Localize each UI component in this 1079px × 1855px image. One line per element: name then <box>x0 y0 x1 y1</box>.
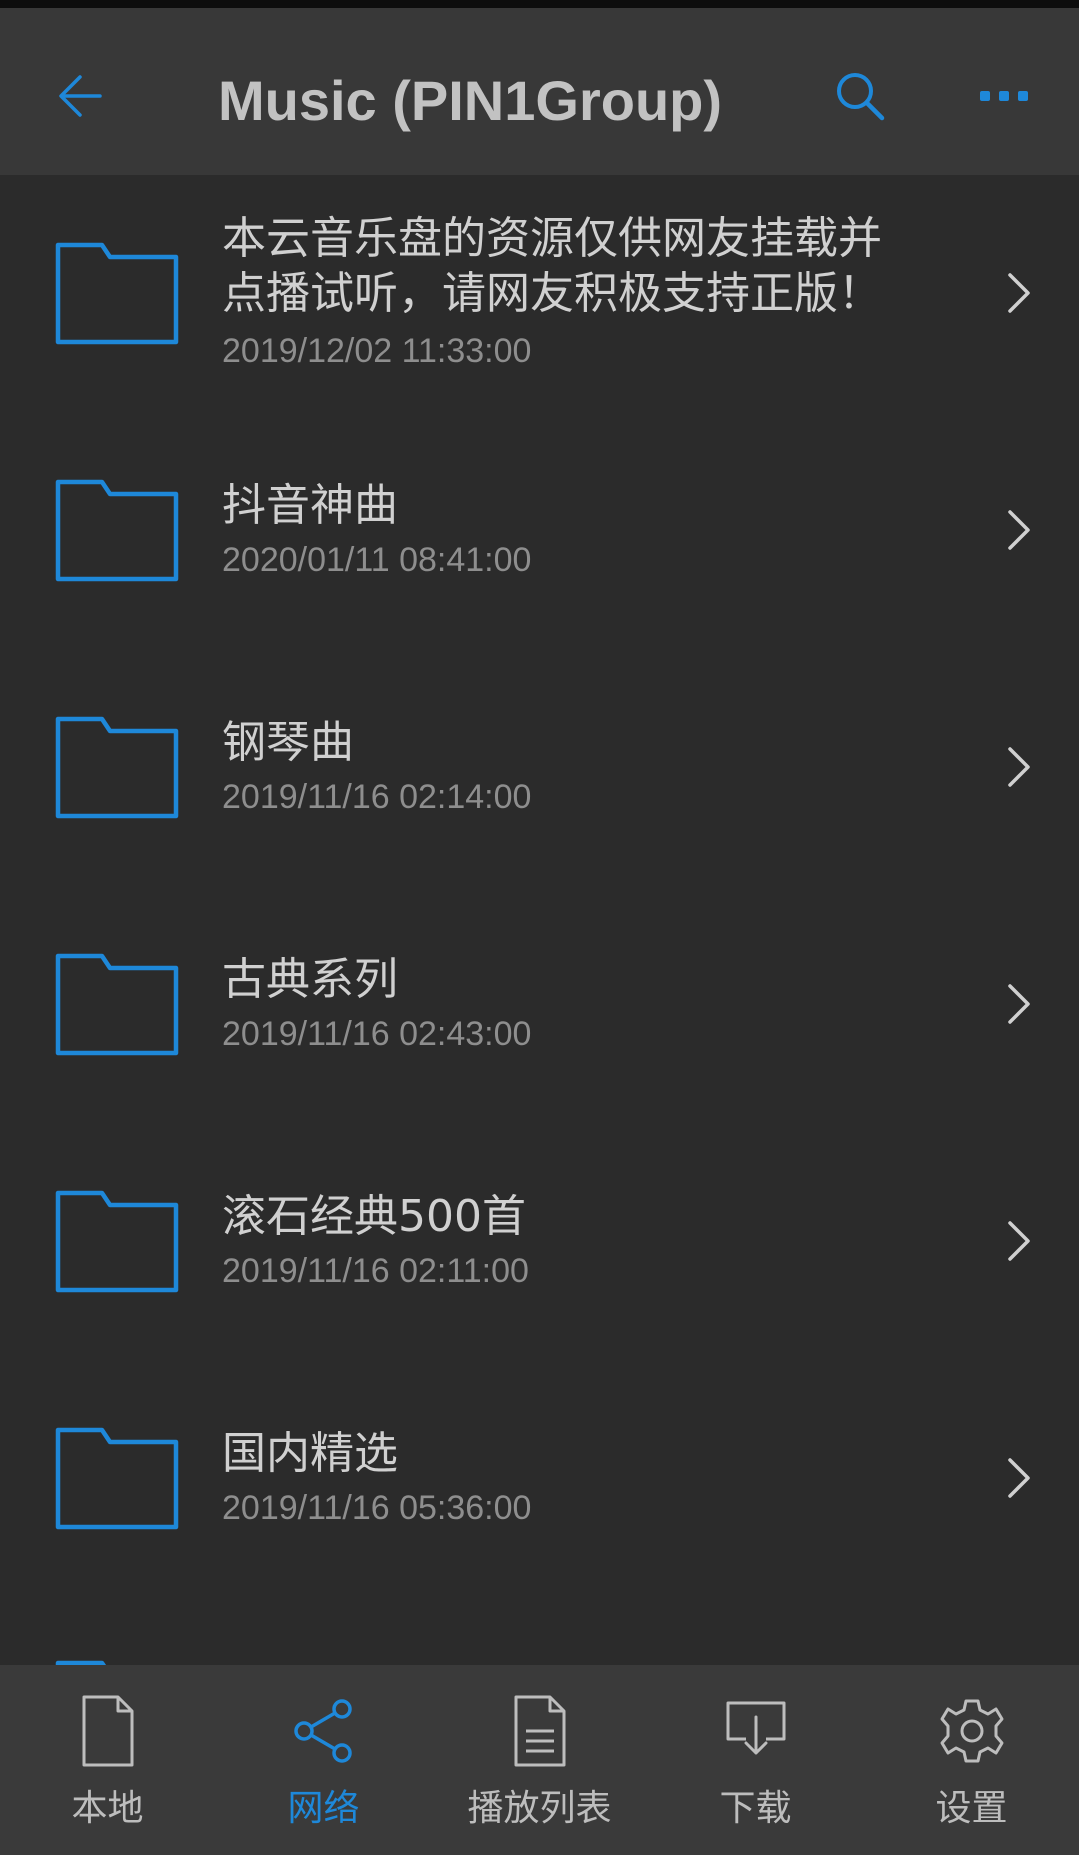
gear-icon <box>940 1699 1004 1763</box>
more-options-button[interactable] <box>978 78 1030 114</box>
folder-title: 滚石经典500首 <box>222 1191 526 1242</box>
nav-item-network[interactable]: 网络 <box>216 1665 431 1855</box>
nav-label: 网络 <box>287 1788 360 1829</box>
nav-item-download[interactable]: 下载 <box>648 1665 863 1855</box>
share-icon <box>294 1699 352 1763</box>
search-button[interactable] <box>832 68 888 124</box>
back-button[interactable] <box>50 63 116 129</box>
folder-icon <box>55 1190 179 1293</box>
screen: Music (PIN1Group) 本云音乐盘的资源仅供网友挂载并 点播试听，请… <box>0 0 1079 1855</box>
folder-date: 2019/11/16 02:11:00 <box>222 1252 529 1290</box>
app-bar: Music (PIN1Group) <box>0 8 1079 175</box>
folder-row[interactable]: 滚石经典500首 2019/11/16 02:11:00 <box>0 1123 1079 1360</box>
chevron-right-icon <box>1008 273 1030 313</box>
folder-date: 2019/11/16 05:36:00 <box>222 1489 532 1527</box>
folder-date: 2019/11/16 02:14:00 <box>222 778 532 816</box>
folder-list: 本云音乐盘的资源仅供网友挂载并 点播试听，请网友积极支持正版！ 2019/12/… <box>0 175 1079 1665</box>
chevron-right-icon <box>1008 984 1030 1024</box>
playlist-icon <box>514 1695 566 1767</box>
bottom-navigation: 本地 网络 播放列表 下载 设置 <box>0 1665 1079 1855</box>
folder-title: 古典系列 <box>222 954 398 1005</box>
chevron-right-icon <box>1008 510 1030 550</box>
folder-row[interactable]: 抖音神曲 2020/01/11 08:41:00 <box>0 412 1079 649</box>
nav-item-local[interactable]: 本地 <box>0 1665 215 1855</box>
search-icon <box>837 73 885 121</box>
page-title: Music (PIN1Group) <box>217 69 723 132</box>
folder-icon <box>55 953 179 1056</box>
chevron-right-icon <box>1008 1458 1030 1498</box>
nav-item-playlist[interactable]: 播放列表 <box>432 1665 647 1855</box>
file-icon <box>82 1695 134 1767</box>
chevron-right-icon <box>1008 1221 1030 1261</box>
folder-icon <box>55 479 179 582</box>
nav-label: 设置 <box>935 1788 1008 1829</box>
status-bar <box>0 0 1079 8</box>
download-icon <box>726 1701 786 1755</box>
nav-label: 播放列表 <box>467 1788 612 1829</box>
folder-date: 2020/01/11 08:41:00 <box>222 541 532 579</box>
folder-icon <box>55 242 179 345</box>
nav-label: 下载 <box>719 1788 792 1829</box>
folder-row[interactable]: 钢琴曲 2019/11/16 02:14:00 <box>0 649 1079 886</box>
folder-title: 抖音神曲 <box>222 480 398 531</box>
folder-row[interactable]: 本云音乐盘的资源仅供网友挂载并 点播试听，请网友积极支持正版！ 2019/12/… <box>0 175 1079 412</box>
folder-title: 国内精选 <box>222 1428 398 1479</box>
folder-date: 2019/11/16 02:43:00 <box>222 1015 532 1053</box>
nav-label: 本地 <box>71 1788 144 1829</box>
folder-title: 本云音乐盘的资源仅供网友挂载并 点播试听，请网友积极支持正版！ <box>222 213 882 319</box>
folder-icon <box>55 1660 107 1665</box>
nav-item-settings[interactable]: 设置 <box>864 1665 1079 1855</box>
folder-date: 2019/12/02 11:33:00 <box>222 332 532 370</box>
folder-row[interactable]: 古典系列 2019/11/16 02:43:00 <box>0 886 1079 1123</box>
folder-icon <box>55 1427 179 1530</box>
chevron-right-icon <box>1008 747 1030 787</box>
folder-icon <box>55 716 179 819</box>
folder-row[interactable]: 国内精选 2019/11/16 05:36:00 <box>0 1360 1079 1597</box>
back-arrow-icon <box>59 75 102 117</box>
more-dots-icon <box>980 91 1028 101</box>
folder-title: 钢琴曲 <box>222 717 354 768</box>
